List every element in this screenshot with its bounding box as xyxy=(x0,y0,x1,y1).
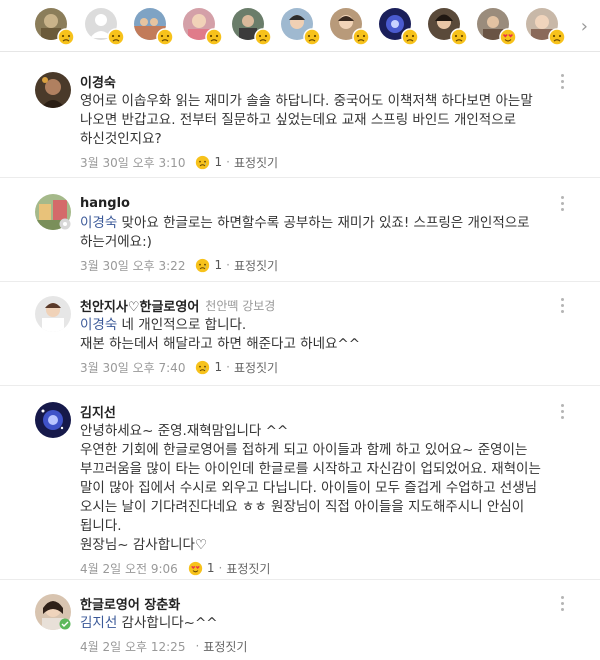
more-options-icon[interactable] xyxy=(560,74,566,92)
comment-text: 김지선 감사합니다~^^ xyxy=(80,615,218,631)
more-options-icon[interactable] xyxy=(560,196,566,214)
comment-text-line: 우연한 기회에 한글로영어를 접하게 되고 아이들과 함께 하고 있어요~ 준영… xyxy=(80,442,541,534)
avatar[interactable] xyxy=(35,402,71,438)
comment-timestamp[interactable]: 3월 30일 오후 3:22 xyxy=(80,257,185,274)
separator-dot: · xyxy=(218,561,223,575)
comment-author[interactable]: hanglo xyxy=(80,196,130,211)
sad-emoji-icon xyxy=(156,28,174,46)
reactor-avatar[interactable] xyxy=(379,8,419,46)
sad-emoji-icon[interactable] xyxy=(195,258,210,273)
reactor-avatar[interactable] xyxy=(526,8,566,46)
comment-item: 김지선 안녕하세요~ 준영.재혁맘입니다 ^^ 우연한 기회에 한글로영어를 접… xyxy=(0,386,600,580)
reactor-avatar[interactable] xyxy=(477,8,517,46)
comment-text: 이경숙 맞아요 한글로는 하면할수록 공부하는 재미가 있죠! 스프링은 개인적… xyxy=(80,215,530,250)
react-button[interactable]: 표정짓기 xyxy=(234,257,278,274)
more-options-icon[interactable] xyxy=(560,404,566,422)
comment-item: hanglo 이경숙 맞아요 한글로는 하면할수록 공부하는 재미가 있죠! 스… xyxy=(0,178,600,282)
author-subtitle: 천안뗵 강보경 xyxy=(205,298,276,313)
comment-item: 이경숙 영어로 이솝우화 읽는 재미가 솔솔 하답니다. 중국어도 이책저책 하… xyxy=(0,52,600,178)
sad-emoji-icon xyxy=(57,28,75,46)
reaction-count[interactable]: 1 xyxy=(207,561,215,575)
separator-dot: · xyxy=(226,155,230,169)
love-emoji-icon xyxy=(499,28,517,46)
comment-author[interactable]: 김지선 xyxy=(80,402,116,421)
mention-link[interactable]: 김지선 xyxy=(80,615,117,631)
comment-text: 영어로 이솝우화 읽는 재미가 솔솔 하답니다. 중국어도 이책저책 하다보면 … xyxy=(80,93,533,147)
react-button[interactable]: 표정짓기 xyxy=(226,560,270,577)
comment-item: 천안지사♡한글로영어 천안뗵 강보경 이경숙 네 개인적으로 합니다. 재본 하… xyxy=(0,282,600,386)
chevron-right-icon[interactable]: › xyxy=(581,16,588,37)
comment-timestamp[interactable]: 4월 2일 오후 12:25 xyxy=(80,638,185,655)
reply-indicator-icon xyxy=(59,218,71,230)
comment-text: 이경숙 네 개인적으로 합니다. xyxy=(80,317,247,333)
sad-emoji-icon[interactable] xyxy=(195,155,210,170)
sad-emoji-icon xyxy=(548,28,566,46)
reactor-avatar[interactable] xyxy=(85,8,125,46)
avatar[interactable] xyxy=(35,72,71,108)
comment-item: 한글로영어 장춘화 김지선 감사합니다~^^ 4월 2일 오후 12:25 · … xyxy=(0,580,600,660)
more-options-icon[interactable] xyxy=(560,596,566,614)
reactor-avatar[interactable] xyxy=(330,8,370,46)
react-button[interactable]: 표정짓기 xyxy=(203,638,247,655)
sad-emoji-icon xyxy=(450,28,468,46)
reactors-strip: › xyxy=(0,0,600,52)
mention-link[interactable]: 이경숙 xyxy=(80,317,117,333)
reactor-avatar[interactable] xyxy=(281,8,321,46)
comment-author[interactable]: 이경숙 xyxy=(80,72,116,91)
reactor-avatar[interactable] xyxy=(232,8,272,46)
comment-text-line: 재본 하는데서 해달라고 하면 해준다고 하네요^^ xyxy=(80,336,361,352)
comment-text-line: 안녕하세요~ 준영.재혁맘입니다 ^^ xyxy=(80,423,289,439)
love-emoji-icon[interactable] xyxy=(188,561,203,576)
react-button[interactable]: 표정짓기 xyxy=(234,359,278,376)
separator-dot: · xyxy=(226,258,230,272)
react-button[interactable]: 표정짓기 xyxy=(234,154,278,171)
reply-indicator-icon xyxy=(59,618,71,630)
comment-author[interactable]: 한글로영어 장춘화 xyxy=(80,594,180,613)
comment-timestamp[interactable]: 3월 30일 오후 3:10 xyxy=(80,154,185,171)
reactor-avatar[interactable] xyxy=(35,8,75,46)
sad-emoji-icon xyxy=(254,28,272,46)
more-options-icon[interactable] xyxy=(560,298,566,316)
comment-timestamp[interactable]: 4월 2일 오전 9:06 xyxy=(80,560,178,577)
separator-dot: · xyxy=(195,639,200,653)
reactor-avatar[interactable] xyxy=(428,8,468,46)
sad-emoji-icon xyxy=(205,28,223,46)
comment-timestamp[interactable]: 3월 30일 오후 7:40 xyxy=(80,359,185,376)
reaction-count[interactable]: 1 xyxy=(214,360,222,374)
sad-emoji-icon xyxy=(352,28,370,46)
reactor-avatar[interactable] xyxy=(183,8,223,46)
mention-link[interactable]: 이경숙 xyxy=(80,215,117,231)
reaction-count[interactable]: 1 xyxy=(214,258,222,272)
comment-text-line: 원장님~ 감사합니다♡ xyxy=(80,537,208,553)
reactor-avatar[interactable] xyxy=(134,8,174,46)
comment-author[interactable]: 천안지사♡한글로영어 xyxy=(80,296,199,315)
reaction-count[interactable]: 1 xyxy=(214,155,222,169)
sad-emoji-icon xyxy=(107,28,125,46)
separator-dot: · xyxy=(226,360,230,374)
sad-emoji-icon[interactable] xyxy=(195,360,210,375)
avatar[interactable] xyxy=(35,296,71,332)
sad-emoji-icon xyxy=(303,28,321,46)
sad-emoji-icon xyxy=(401,28,419,46)
